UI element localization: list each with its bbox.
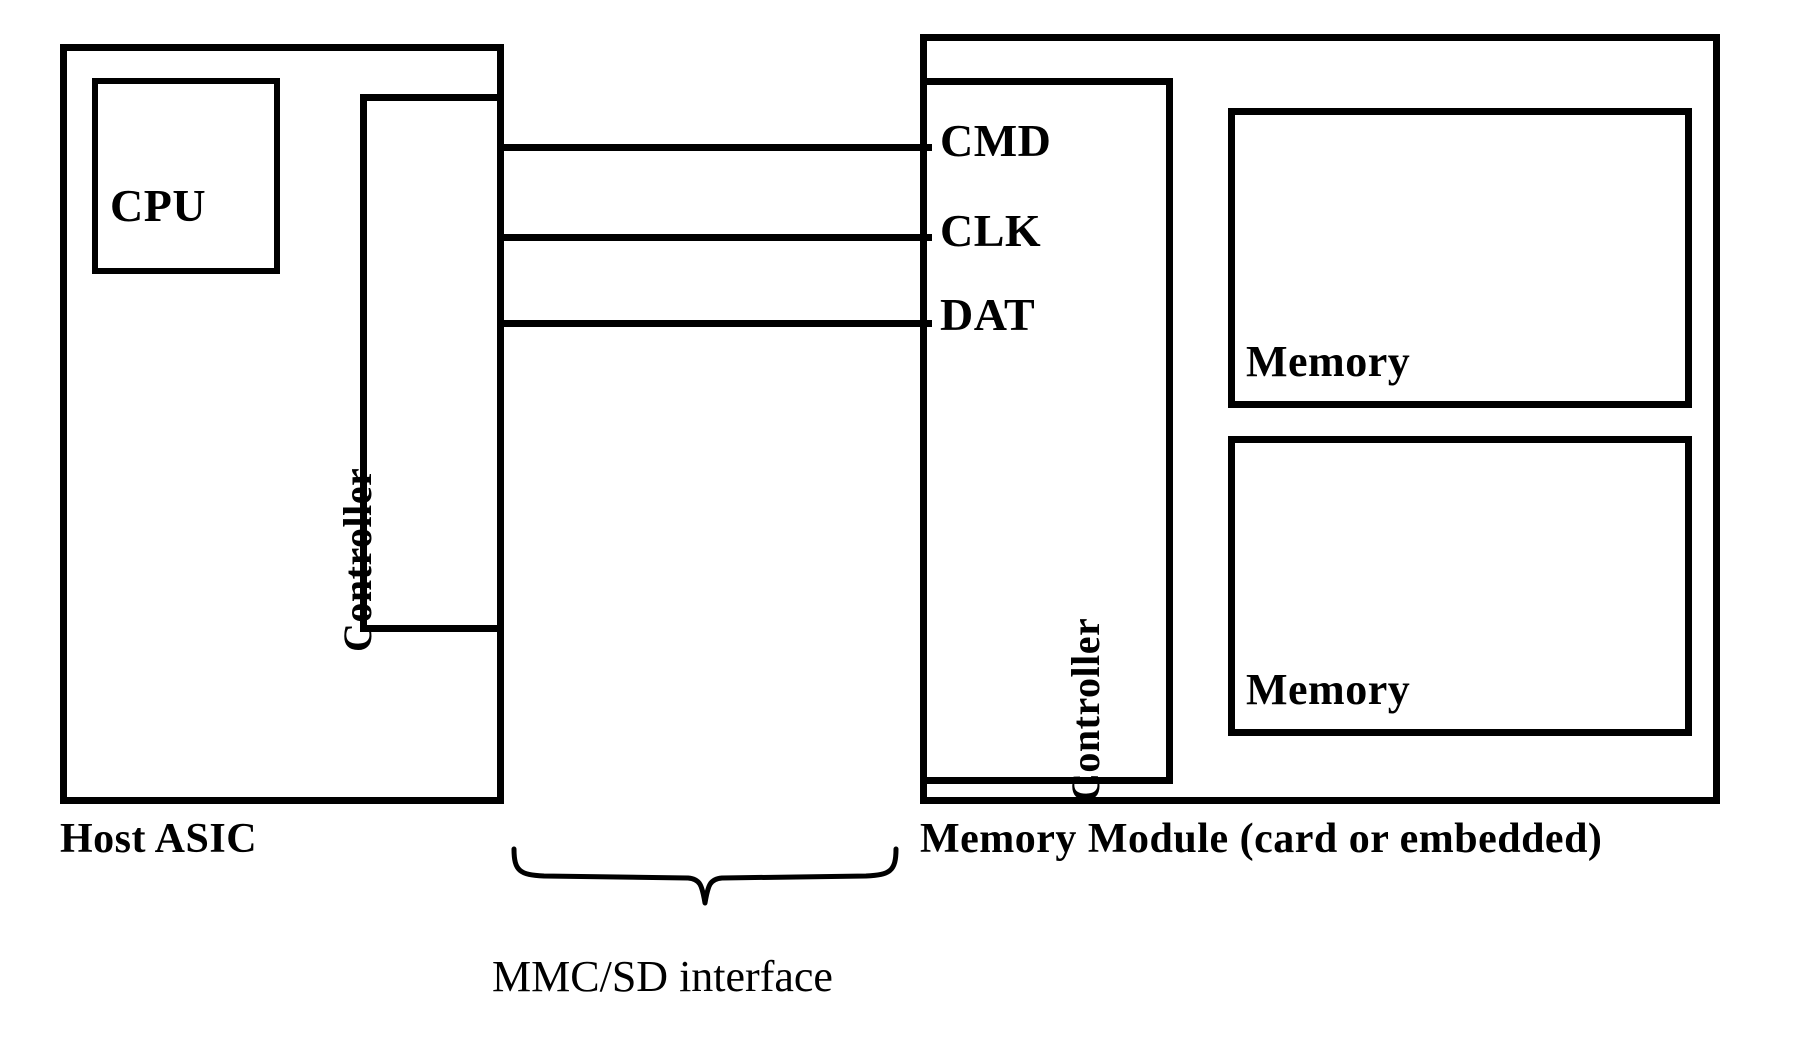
block-diagram-canvas: CPU Controller Host ASIC CMD CLK DAT Con… xyxy=(0,0,1795,1039)
host-controller-label: Controller xyxy=(335,467,380,652)
interface-caption: MMC/SD interface xyxy=(492,952,833,1001)
memory-module-caption: Memory Module (card or embedded) xyxy=(920,816,1603,862)
memory-label-2: Memory xyxy=(1246,665,1411,714)
host-asic-caption: Host ASIC xyxy=(60,816,258,862)
module-controller-block xyxy=(920,78,1173,784)
signal-line-cmd xyxy=(500,144,932,151)
cpu-block xyxy=(92,78,280,274)
signal-line-clk xyxy=(500,234,932,241)
cpu-label: CPU xyxy=(110,180,207,231)
module-controller-label: Controller xyxy=(1063,617,1108,802)
host-controller-block xyxy=(360,94,504,632)
signal-line-dat xyxy=(500,320,932,327)
curly-brace-down-icon xyxy=(511,846,899,906)
memory-label-1: Memory xyxy=(1246,337,1411,386)
